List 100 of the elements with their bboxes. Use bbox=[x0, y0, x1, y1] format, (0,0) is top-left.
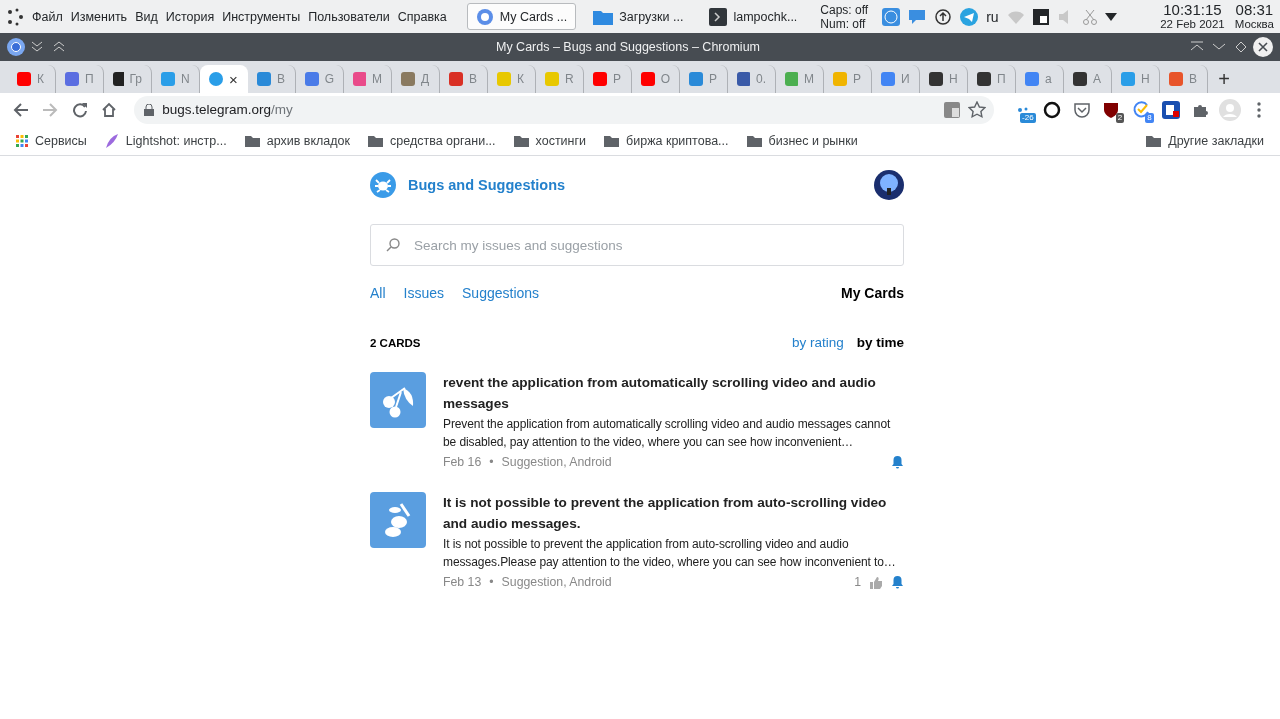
browser-tab[interactable]: Н bbox=[920, 65, 968, 93]
more-menu-icon[interactable] bbox=[1257, 101, 1262, 118]
menu-item[interactable]: Файл bbox=[32, 9, 63, 24]
browser-tab[interactable]: И bbox=[872, 65, 920, 93]
filter-link[interactable]: My Cards bbox=[840, 285, 904, 301]
address-bar[interactable]: bugs.telegram.org/my bbox=[134, 95, 995, 124]
taskbar-item[interactable]: My Cards ... bbox=[466, 3, 577, 30]
telegram-icon[interactable] bbox=[960, 7, 979, 26]
back-icon[interactable] bbox=[12, 101, 29, 118]
bookmark-item[interactable]: биржа криптова... bbox=[626, 133, 729, 148]
folder-icon[interactable] bbox=[604, 134, 620, 147]
dots-icon[interactable] bbox=[1016, 106, 1029, 113]
browser-tab[interactable]: К bbox=[8, 65, 56, 93]
separator-dot: • bbox=[489, 455, 494, 469]
browser-tab[interactable]: Р bbox=[680, 65, 728, 93]
menu-item[interactable]: История bbox=[165, 9, 215, 24]
browser-tab[interactable]: П bbox=[56, 65, 104, 93]
browser-icon bbox=[6, 37, 26, 57]
menu-item[interactable]: Справка bbox=[397, 9, 447, 24]
badge: -26 bbox=[1020, 112, 1036, 123]
browser-tab[interactable]: а bbox=[1016, 65, 1064, 93]
menu-item[interactable]: Инструменты bbox=[222, 9, 301, 24]
browser-tab[interactable]: В bbox=[440, 65, 488, 93]
caret-icon[interactable] bbox=[1104, 12, 1117, 21]
card-title[interactable]: It is not possible to prevent the application from auto-scrolling video and audio messages. bbox=[443, 492, 904, 534]
browser-tab[interactable]: В bbox=[248, 65, 296, 93]
bug-logo-icon bbox=[370, 172, 396, 198]
browser-tab[interactable]: Н bbox=[1112, 65, 1160, 93]
site-title[interactable]: Bugs and Suggestions bbox=[408, 177, 862, 193]
close-icon[interactable] bbox=[1252, 36, 1274, 58]
filter-link[interactable]: Issues bbox=[403, 285, 445, 301]
card-title[interactable]: revent the application from automatically scrolling video and audio messages bbox=[443, 372, 904, 414]
new-tab-button[interactable]: + bbox=[1208, 65, 1240, 93]
sort-link[interactable]: by time bbox=[856, 335, 904, 350]
search-field[interactable]: Search my issues and suggestions bbox=[370, 224, 904, 266]
star-icon[interactable] bbox=[968, 100, 987, 119]
bookmark-item[interactable]: архив вкладок bbox=[266, 133, 351, 148]
filter-link[interactable]: Suggestions bbox=[462, 285, 540, 301]
card-tags: Suggestion, Android bbox=[501, 575, 612, 589]
folder-icon[interactable] bbox=[746, 134, 762, 147]
menu-item[interactable]: Вид bbox=[135, 9, 158, 24]
browser-tab[interactable]: G bbox=[296, 65, 344, 93]
bookmark-item[interactable]: средства органи... bbox=[390, 133, 496, 148]
ring-icon[interactable] bbox=[1043, 100, 1062, 119]
bell-icon[interactable] bbox=[891, 455, 904, 469]
menu-item[interactable]: Пользователи bbox=[308, 9, 390, 24]
home-icon[interactable] bbox=[101, 101, 118, 118]
thumbs-up-icon[interactable] bbox=[869, 575, 883, 589]
bookmark-item[interactable]: Lightshot: инстр... bbox=[125, 133, 227, 148]
bookmark-item[interactable]: хостинги bbox=[535, 133, 587, 148]
clock-time: 10:31:15 bbox=[1162, 2, 1223, 17]
browser-tab[interactable]: Р bbox=[584, 65, 632, 93]
browser-tab[interactable]: В bbox=[1160, 65, 1208, 93]
window-title: My Cards – Bugs and Suggestions – Chromium bbox=[495, 40, 761, 54]
taskbar-item[interactable]: Загрузки ... bbox=[584, 3, 693, 30]
launcher-icon[interactable] bbox=[6, 7, 24, 26]
folder-icon[interactable] bbox=[368, 134, 384, 147]
bookmark-item[interactable]: Другие закладки bbox=[1168, 133, 1264, 148]
checkmark-icon[interactable] bbox=[1132, 100, 1150, 119]
upload-icon[interactable] bbox=[934, 7, 953, 26]
pocket-icon[interactable] bbox=[1072, 100, 1091, 119]
shield-icon[interactable] bbox=[1102, 100, 1121, 119]
browser-tab[interactable]: Р bbox=[824, 65, 872, 93]
reload-icon[interactable] bbox=[71, 101, 88, 118]
clock-date: 22 Feb 2021 bbox=[1160, 16, 1225, 31]
separator-dot: • bbox=[489, 575, 494, 589]
card-tags: Suggestion, Android bbox=[501, 455, 612, 469]
bell-icon[interactable] bbox=[891, 575, 904, 589]
translate-icon[interactable] bbox=[944, 101, 961, 118]
browser-tab[interactable]: Д bbox=[392, 65, 440, 93]
extension-icon[interactable] bbox=[1161, 100, 1180, 119]
badge: 2 bbox=[1115, 112, 1125, 123]
bookmark-item[interactable]: Сервисы bbox=[35, 133, 87, 148]
browser-tab[interactable]: М bbox=[344, 65, 392, 93]
folder-icon[interactable] bbox=[1146, 134, 1162, 147]
browser-tab[interactable]: R bbox=[536, 65, 584, 93]
keyboard-layout[interactable]: ru bbox=[986, 8, 999, 25]
sort-link[interactable]: by rating bbox=[791, 335, 844, 350]
caps-indicator: Caps: off bbox=[820, 2, 869, 17]
browser-tab[interactable]: × bbox=[200, 65, 248, 93]
user-avatar[interactable] bbox=[874, 170, 904, 200]
like-count: 1 bbox=[854, 575, 861, 589]
browser-tab[interactable]: П bbox=[968, 65, 1016, 93]
folder-icon[interactable] bbox=[513, 134, 529, 147]
filter-link[interactable]: All bbox=[370, 285, 386, 301]
browser-tab[interactable]: А bbox=[1064, 65, 1112, 93]
chat-icon[interactable] bbox=[908, 7, 927, 26]
info-icon[interactable] bbox=[882, 7, 901, 26]
browser-tab[interactable]: N bbox=[152, 65, 200, 93]
browser-tab[interactable]: К bbox=[488, 65, 536, 93]
browser-tab[interactable]: 0. bbox=[728, 65, 776, 93]
browser-tab[interactable]: О bbox=[632, 65, 680, 93]
taskbar-item[interactable]: lampochk... bbox=[700, 3, 807, 30]
browser-tab[interactable]: М bbox=[776, 65, 824, 93]
feather-icon[interactable] bbox=[104, 132, 119, 149]
browser-tab[interactable]: Гр bbox=[104, 65, 152, 93]
folder-icon[interactable] bbox=[244, 134, 260, 147]
apps-grid-icon[interactable] bbox=[16, 134, 28, 147]
menu-item[interactable]: Изменить bbox=[70, 9, 128, 24]
bookmark-item[interactable]: бизнес и рынки bbox=[768, 133, 858, 148]
